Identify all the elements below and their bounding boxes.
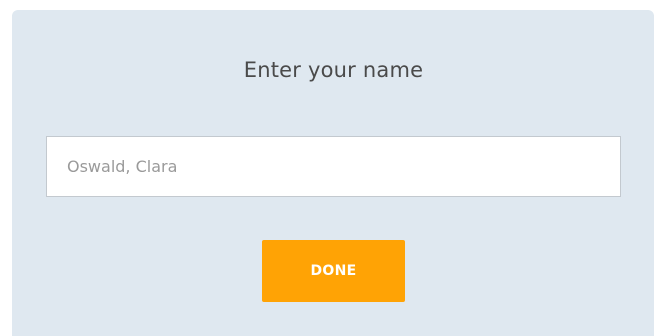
done-button[interactable]: DONE: [262, 240, 405, 302]
form-title: Enter your name: [243, 58, 424, 82]
name-input[interactable]: [46, 136, 621, 197]
